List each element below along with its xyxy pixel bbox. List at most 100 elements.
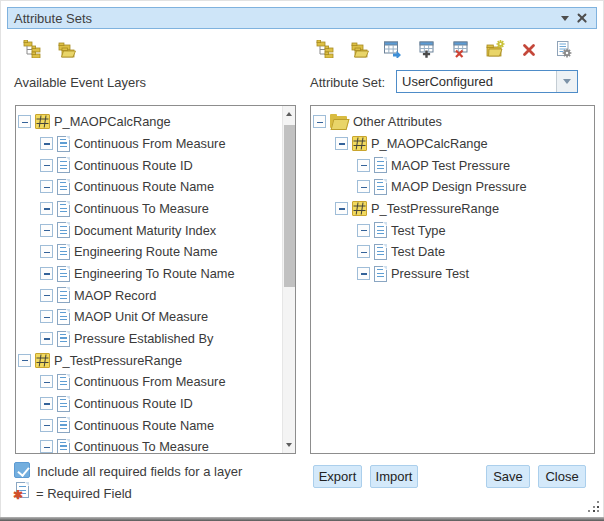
field-doc-icon: [374, 157, 387, 173]
tree-item-label: Other Attributes: [353, 114, 442, 129]
collapse-box-icon[interactable]: [40, 137, 53, 150]
tree-item-label: Continuous To Measure: [74, 439, 209, 454]
tree-item-continuous-from-measure[interactable]: Continuous From Measure: [16, 133, 282, 155]
attribute-set-label: Attribute Set:: [310, 75, 385, 90]
tree-item-pressure-established-by[interactable]: Pressure Established By: [16, 328, 282, 350]
collapse-box-icon[interactable]: [40, 375, 53, 388]
folder-new-icon: [486, 40, 505, 58]
report-properties-icon: [555, 41, 572, 58]
report-properties-button[interactable]: [551, 39, 575, 59]
resize-grip[interactable]: [588, 501, 601, 514]
collapse-box-icon[interactable]: [40, 202, 53, 215]
collapse-box-icon[interactable]: [357, 267, 370, 280]
tree-item-maop-record[interactable]: MAOP Record: [16, 284, 282, 306]
collapse-box-icon[interactable]: [40, 159, 53, 172]
scroll-up-button[interactable]: [283, 106, 295, 122]
tree-item-p-maopcalcrange[interactable]: P_MAOPCalcRange: [311, 133, 594, 155]
tree-item-p-testpressurerange[interactable]: P_TestPressureRange: [311, 198, 594, 220]
scroll-up-icon: [286, 112, 292, 116]
left-tree-scrollbar[interactable]: [282, 106, 295, 453]
assign-layers-tree-icon: [316, 40, 334, 58]
collapse-box-icon[interactable]: [357, 224, 370, 237]
collapse-box-icon[interactable]: [18, 354, 31, 367]
field-doc-icon: [57, 157, 70, 173]
close-icon[interactable]: [576, 12, 588, 24]
collapse-icon[interactable]: [561, 16, 569, 21]
delete-button[interactable]: [517, 39, 541, 59]
collapse-box-icon[interactable]: [18, 115, 31, 128]
available-event-layers-label: Available Event Layers: [14, 75, 146, 90]
collapse-box-icon[interactable]: [40, 419, 53, 432]
delete-icon: [521, 41, 537, 57]
table-export-icon: [384, 41, 402, 58]
open-folders-button[interactable]: [347, 39, 371, 59]
collapse-box-icon[interactable]: [40, 180, 53, 193]
event-layer-icon: [352, 201, 367, 216]
tree-item-label: Continuous Route ID: [74, 396, 193, 411]
save-button[interactable]: Save: [486, 465, 530, 488]
tree-item-continuous-to-measure[interactable]: Continuous To Measure: [16, 198, 282, 220]
collapse-box-icon[interactable]: [357, 245, 370, 258]
tree-item-p-maopcalcrange[interactable]: P_MAOPCalcRange: [16, 111, 282, 133]
table-remove-button[interactable]: [449, 39, 473, 59]
collapse-box-icon[interactable]: [40, 224, 53, 237]
tree-item-continuous-route-name[interactable]: Continuous Route Name: [16, 176, 282, 198]
table-add-button[interactable]: [415, 39, 439, 59]
export-button[interactable]: Export: [313, 465, 362, 488]
scrollbar-thumb[interactable]: [284, 125, 295, 287]
field-doc-icon: [57, 266, 70, 282]
collapse-box-icon[interactable]: [335, 137, 348, 150]
combobox-dropdown-button[interactable]: [556, 71, 577, 92]
tree-item-continuous-from-measure[interactable]: Continuous From Measure: [16, 371, 282, 393]
table-export-button[interactable]: [381, 39, 405, 59]
field-doc-icon: [57, 331, 70, 347]
import-button[interactable]: Import: [370, 465, 418, 488]
event-layer-icon: [35, 353, 50, 368]
collapse-box-icon[interactable]: [40, 289, 53, 302]
folder-new-button[interactable]: [483, 39, 507, 59]
tree-item-label: Continuous Route Name: [74, 418, 214, 433]
tree-item-other-attributes[interactable]: Other Attributes: [311, 111, 594, 133]
include-required-fields-label: Include all required fields for a layer: [37, 464, 242, 479]
collapse-box-icon[interactable]: [313, 115, 326, 128]
collapse-box-icon[interactable]: [40, 267, 53, 280]
tree-item-label: MAOP Test Pressure: [391, 158, 510, 173]
assign-layers-tree-button[interactable]: [313, 39, 337, 59]
tree-item-engineering-route-name[interactable]: Engineering Route Name: [16, 241, 282, 263]
assign-layers-tree-button[interactable]: [20, 39, 44, 59]
tree-item-continuous-route-id[interactable]: Continuous Route ID: [16, 154, 282, 176]
collapse-box-icon[interactable]: [357, 159, 370, 172]
tree-item-engineering-to-route-name[interactable]: Engineering To Route Name: [16, 263, 282, 285]
tree-item-label: Test Date: [391, 244, 445, 259]
tree-item-continuous-route-name[interactable]: Continuous Route Name: [16, 414, 282, 436]
tree-item-document-maturity-index[interactable]: Document Maturity Index: [16, 219, 282, 241]
tree-item-pressure-test[interactable]: Pressure Test: [311, 263, 594, 285]
toolbar-left: [20, 39, 78, 59]
tree-item-continuous-route-id[interactable]: Continuous Route ID: [16, 393, 282, 415]
collapse-box-icon[interactable]: [40, 332, 53, 345]
collapse-box-icon[interactable]: [357, 180, 370, 193]
field-doc-icon: [374, 244, 387, 260]
close-button[interactable]: Close: [538, 465, 586, 488]
field-doc-icon: [57, 244, 70, 260]
scroll-down-button[interactable]: [283, 437, 295, 453]
tree-item-maop-test-pressure[interactable]: MAOP Test Pressure: [311, 154, 594, 176]
tree-item-p-testpressurerange[interactable]: P_TestPressureRange: [16, 349, 282, 371]
collapse-box-icon[interactable]: [40, 440, 53, 453]
tree-item-maop-design-pressure[interactable]: MAOP Design Pressure: [311, 176, 594, 198]
tree-item-test-date[interactable]: Test Date: [311, 241, 594, 263]
collapse-box-icon[interactable]: [40, 310, 53, 323]
collapse-box-icon[interactable]: [335, 202, 348, 215]
collapse-box-icon[interactable]: [40, 397, 53, 410]
tree-item-label: Continuous Route Name: [74, 179, 214, 194]
include-required-fields-checkbox[interactable]: [14, 462, 30, 478]
tree-item-label: Continuous From Measure: [74, 136, 226, 151]
open-folders-button[interactable]: [54, 39, 78, 59]
tree-item-continuous-to-measure[interactable]: Continuous To Measure: [16, 436, 282, 454]
collapse-box-icon[interactable]: [40, 245, 53, 258]
tree-item-label: Engineering Route Name: [74, 244, 218, 259]
attribute-set-combobox[interactable]: UserConfigured: [396, 70, 578, 93]
tree-item-test-type[interactable]: Test Type: [311, 219, 594, 241]
tree-item-label: Continuous From Measure: [74, 374, 226, 389]
tree-item-maop-unit-of-measure[interactable]: MAOP Unit Of Measure: [16, 306, 282, 328]
